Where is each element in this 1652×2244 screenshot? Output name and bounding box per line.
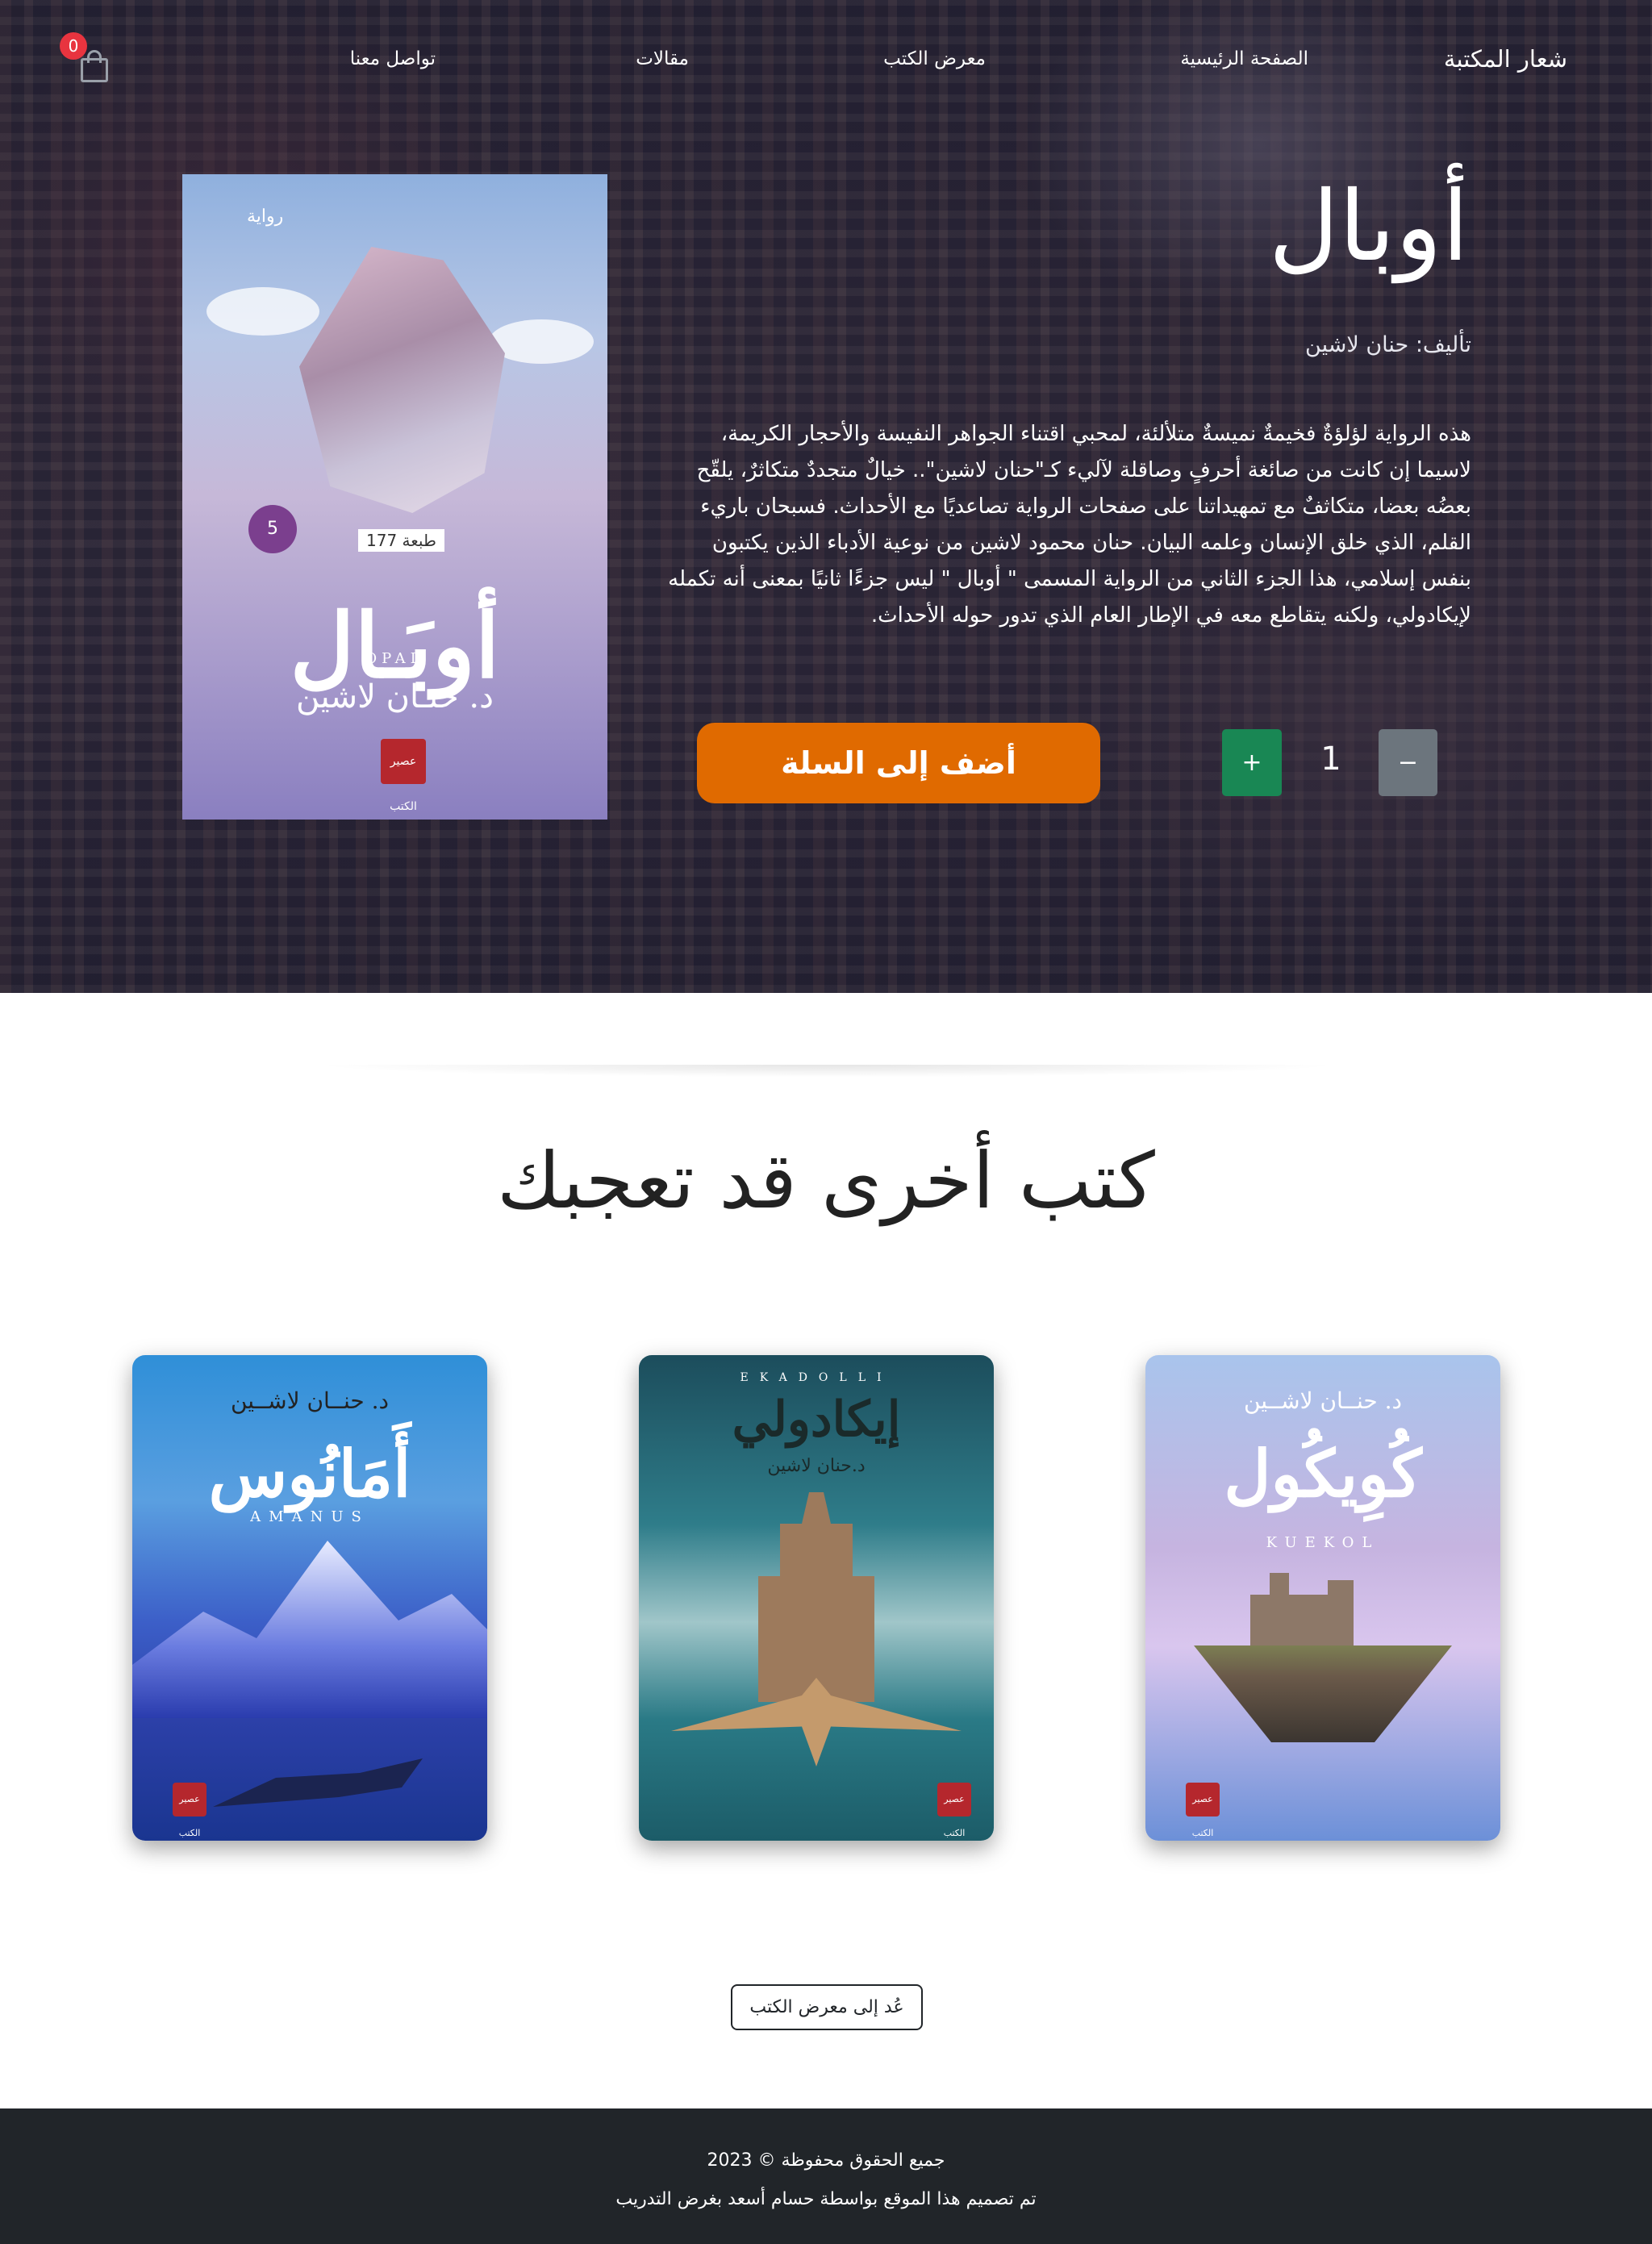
gem-illustration <box>299 247 505 513</box>
cover-top-label: رواية <box>247 206 284 227</box>
cover-edition: طبعة 177 <box>358 529 444 552</box>
book-cover-image: رواية 5 طبعة 177 أوبَـال OPAL د. حنـان ل… <box>182 174 607 820</box>
back-to-gallery-button[interactable]: عُد إلى معرض الكتب <box>731 1984 923 2030</box>
publisher-logo: عصير الكتب <box>381 739 426 813</box>
add-to-cart-button[interactable]: أضف إلى السلة <box>697 723 1100 803</box>
ruins-illustration <box>1250 1573 1354 1645</box>
related-book-card[interactable]: EKADOLLI إيكادولي د.حنان لاشين عصير الكت… <box>639 1355 994 1841</box>
cover-badge: 5 <box>248 505 297 553</box>
card-title: أَمَانُوس <box>208 1436 411 1512</box>
cart-count-badge: 0 <box>60 32 87 60</box>
publisher-logo: عصير الكتب <box>173 1783 206 1838</box>
card-author: د. حنــان لاشــين <box>230 1387 390 1414</box>
card-title: إيكادولي <box>732 1391 901 1448</box>
card-author: د.حنان لاشين <box>767 1456 866 1476</box>
whale-illustration <box>213 1758 423 1807</box>
nav-link-books-gallery[interactable]: معرض الكتب <box>883 48 986 69</box>
nav-link-contact[interactable]: تواصل معنا <box>350 48 436 69</box>
book-author: تأليف: حنان لاشين <box>1305 332 1471 357</box>
footer-credit: تم تصميم هذا الموقع بواسطة حسام أسعد بغر… <box>615 2189 1037 2209</box>
footer-copyright: جميع الحقوق محفوظة © 2023 <box>707 2150 945 2171</box>
cover-latin-title: OPAL <box>365 650 425 667</box>
card-latin-title: EKADOLLI <box>740 1371 893 1384</box>
card-subtitle: KUEKOL <box>1266 1534 1380 1551</box>
related-book-card[interactable]: د. حنــان لاشــين كُوِيكُول KUEKOL عصير … <box>1145 1355 1500 1841</box>
book-description: هذه الرواية لؤلؤةٌ فخيمةٌ نميسةٌ متلألئة… <box>668 422 1471 628</box>
eagle-illustration <box>671 1678 962 1766</box>
related-books-title: كتب أخرى قد تعجبك <box>497 1136 1155 1226</box>
card-author: د. حنــان لاشــين <box>1243 1387 1403 1414</box>
nav-link-home[interactable]: الصفحة الرئيسية <box>1180 48 1308 69</box>
card-subtitle: AMANUS <box>250 1508 369 1525</box>
navbar: شعار المكتبة الصفحة الرئيسية معرض الكتب … <box>0 0 1652 121</box>
book-title: أوبال <box>1268 171 1469 283</box>
footer: جميع الحقوق محفوظة © 2023 تم تصميم هذا ا… <box>0 2108 1652 2244</box>
card-title: كُوِيكُول <box>1224 1436 1422 1512</box>
nav-link-articles[interactable]: مقالات <box>636 48 689 69</box>
quantity-decrease-button[interactable]: − <box>1379 729 1437 796</box>
cover-author: د. حنـان لاشين <box>296 678 494 715</box>
brand-logo-text[interactable]: شعار المكتبة <box>1444 45 1567 73</box>
mountain-illustration <box>132 1541 487 1718</box>
cloud-shape <box>489 319 594 364</box>
quantity-value: 1 <box>1320 740 1341 778</box>
cart-button[interactable]: 0 <box>60 32 110 82</box>
quantity-increase-button[interactable]: + <box>1222 729 1282 796</box>
castle-illustration <box>758 1492 874 1702</box>
publisher-logo: عصير الكتب <box>937 1783 971 1838</box>
publisher-logo: عصير الكتب <box>1186 1783 1220 1838</box>
cloud-shape <box>206 287 319 336</box>
related-book-card[interactable]: د. حنــان لاشــين أَمَانُوس AMANUS عصير … <box>132 1355 487 1841</box>
section-divider <box>89 1065 1565 1097</box>
